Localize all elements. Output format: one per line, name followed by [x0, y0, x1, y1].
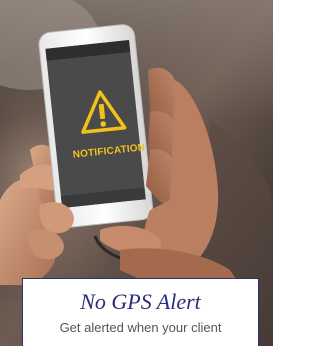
- warning-triangle-icon: [81, 90, 127, 134]
- feature-card: NOTIFICATION No GPS Alert Get alerted wh…: [0, 0, 273, 346]
- caption-title: No GPS Alert: [80, 289, 201, 314]
- caption-text: Get alerted when your client: [59, 320, 222, 335]
- caption-box: No GPS Alert Get alerted when your clien…: [22, 278, 259, 346]
